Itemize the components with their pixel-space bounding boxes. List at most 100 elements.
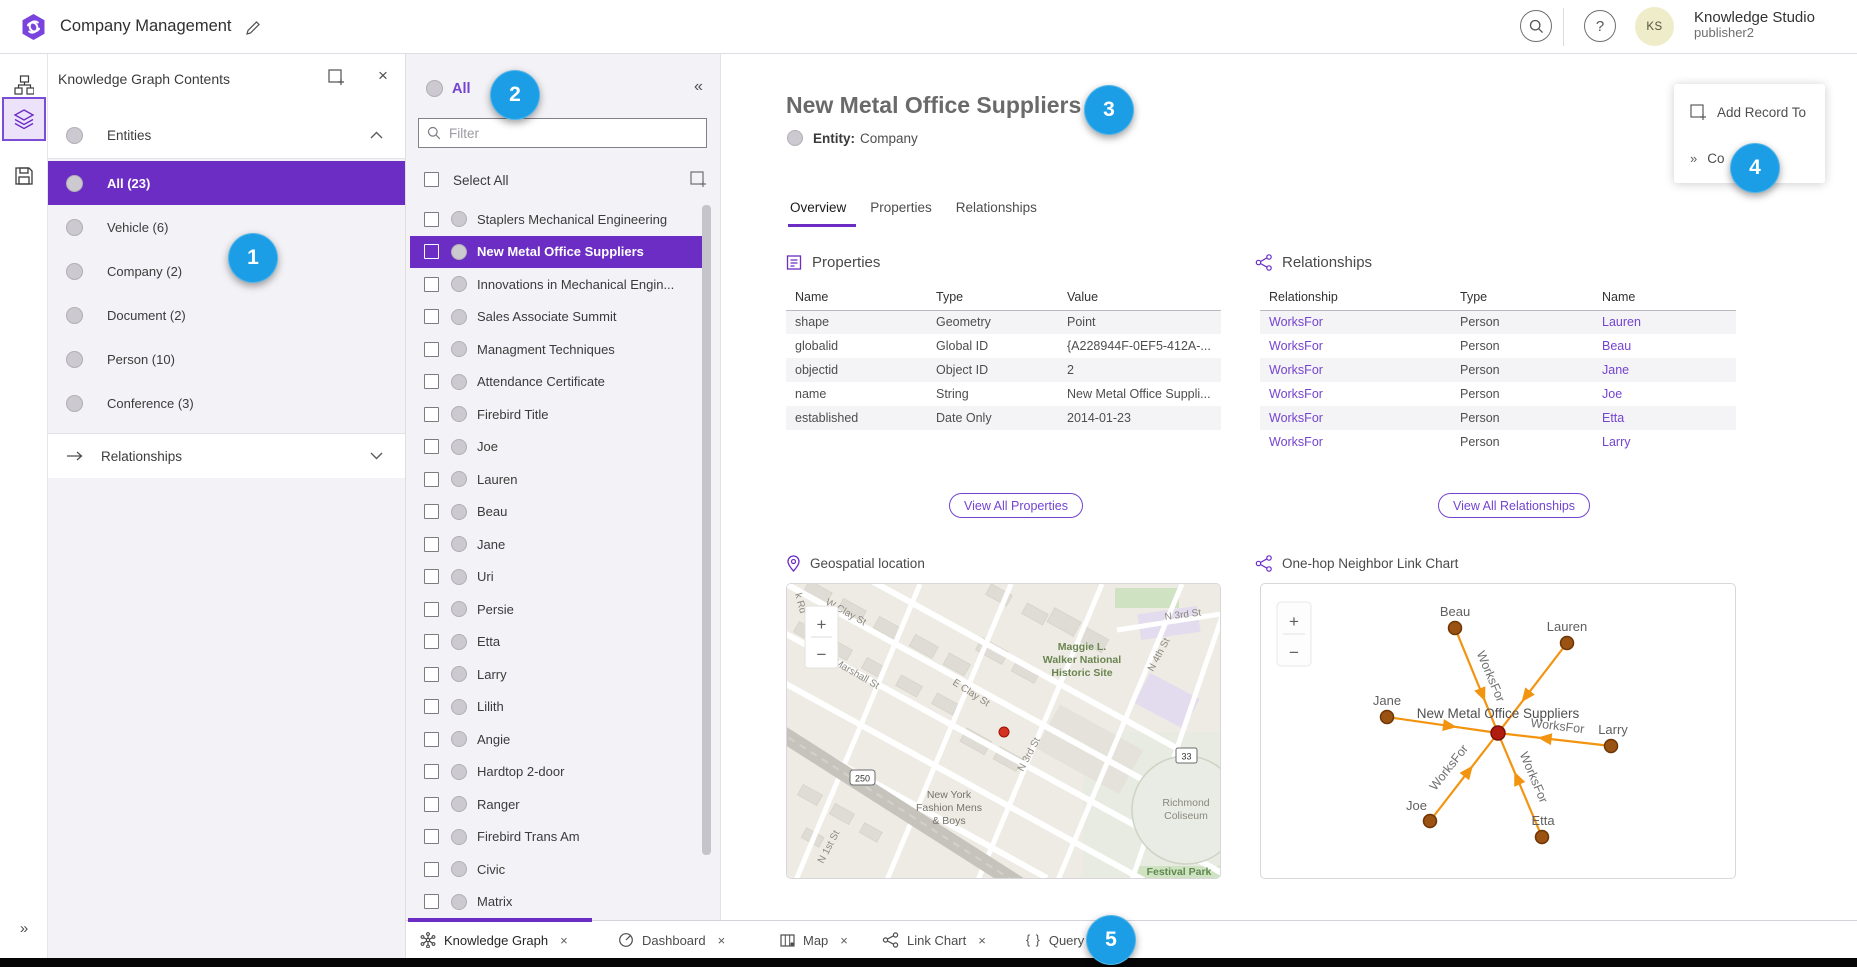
entities-section-header[interactable]: Entities <box>48 112 405 158</box>
record-checkbox[interactable] <box>424 439 439 454</box>
record-list-item[interactable]: Matrix <box>410 886 706 919</box>
record-list-item[interactable]: Managment Techniques <box>410 333 706 366</box>
record-list-item[interactable]: Lauren <box>410 463 706 496</box>
relationship-link[interactable]: WorksFor <box>1260 358 1451 382</box>
search-button[interactable] <box>1520 10 1552 42</box>
view-tab-dashboard[interactable]: Dashboard × <box>618 921 725 959</box>
record-list-item[interactable]: Staplers Mechanical Engineering <box>410 203 706 236</box>
relationship-name-link[interactable]: Joe <box>1593 382 1736 406</box>
edit-title-icon[interactable] <box>245 20 261 36</box>
chevron-up-icon[interactable] <box>370 131 383 139</box>
relationship-link[interactable]: WorksFor <box>1260 382 1451 406</box>
relationship-name-link[interactable]: Jane <box>1593 358 1736 382</box>
record-checkbox[interactable] <box>424 569 439 584</box>
center-node[interactable] <box>1491 726 1505 740</box>
select-all-checkbox[interactable] <box>424 172 439 187</box>
map-view[interactable]: k Rd W Clay St W Marshall St E Clay St N… <box>786 583 1221 879</box>
chevron-down-icon[interactable] <box>370 452 383 460</box>
list-scrollbar[interactable] <box>702 205 711 855</box>
avatar[interactable]: KS <box>1635 7 1674 46</box>
menu-item-add-record-to[interactable]: Add Record To <box>1674 90 1825 134</box>
entity-type-row[interactable]: Document (2) <box>48 293 405 337</box>
record-list-item[interactable]: Angie <box>410 723 706 756</box>
map-zoom-control[interactable]: + − <box>805 606 838 668</box>
view-all-relationships-button[interactable]: View All Relationships <box>1438 493 1590 518</box>
view-tab-map[interactable]: Map × <box>780 921 848 959</box>
record-list-item[interactable]: Jane <box>410 528 706 561</box>
record-list-item[interactable]: Ranger <box>410 788 706 821</box>
close-tab-icon[interactable]: × <box>560 933 568 948</box>
filter-input[interactable] <box>449 126 679 141</box>
record-checkbox[interactable] <box>424 699 439 714</box>
chart-zoom-control[interactable]: + − <box>1277 602 1311 666</box>
entity-type-row[interactable]: Company (2) <box>48 249 405 293</box>
record-checkbox[interactable] <box>424 634 439 649</box>
record-checkbox[interactable] <box>424 374 439 389</box>
collapse-list-icon[interactable]: « <box>694 78 703 96</box>
record-checkbox[interactable] <box>424 244 439 259</box>
relationship-name-link[interactable]: Larry <box>1593 430 1736 454</box>
view-all-properties-button[interactable]: View All Properties <box>949 493 1083 518</box>
tab-properties[interactable]: Properties <box>870 200 932 223</box>
record-checkbox[interactable] <box>424 504 439 519</box>
record-list-item[interactable]: Attendance Certificate <box>410 366 706 399</box>
record-checkbox[interactable] <box>424 212 439 227</box>
entity-type-row[interactable]: Person (10) <box>48 337 405 381</box>
entity-type-row[interactable]: Conference (3) <box>48 381 405 425</box>
record-checkbox[interactable] <box>424 602 439 617</box>
record-list-item[interactable]: Civic <box>410 853 706 886</box>
rail-item-save[interactable] <box>2 154 46 198</box>
view-tab-query[interactable]: { } Query <box>1026 921 1084 959</box>
record-checkbox[interactable] <box>424 797 439 812</box>
user-block[interactable]: Knowledge Studio publisher2 <box>1694 9 1815 41</box>
record-list-item[interactable]: Firebird Trans Am <box>410 821 706 854</box>
record-checkbox[interactable] <box>424 732 439 747</box>
record-list-item[interactable]: Persie <box>410 593 706 626</box>
record-list-item[interactable]: Uri <box>410 561 706 594</box>
record-checkbox[interactable] <box>424 407 439 422</box>
close-tab-icon[interactable]: × <box>718 933 726 948</box>
entity-type-row[interactable]: Vehicle (6) <box>48 205 405 249</box>
record-list-item[interactable]: Sales Associate Summit <box>410 301 706 334</box>
add-record-icon[interactable] <box>328 69 345 86</box>
relationship-link[interactable]: WorksFor <box>1260 310 1451 334</box>
relationship-link[interactable]: WorksFor <box>1260 430 1451 454</box>
close-tab-icon[interactable]: × <box>840 933 848 948</box>
record-checkbox[interactable] <box>424 764 439 779</box>
view-tab-knowledge-graph[interactable]: Knowledge Graph × <box>420 921 568 959</box>
relationship-link[interactable]: WorksFor <box>1260 334 1451 358</box>
record-checkbox[interactable] <box>424 472 439 487</box>
link-chart-view[interactable]: WorksFor WorksFor WorksFor WorksFor Beau… <box>1260 583 1736 879</box>
record-list-item[interactable]: Joe <box>410 431 706 464</box>
rail-item-contents[interactable] <box>2 97 46 141</box>
zoom-out-button[interactable]: − <box>817 645 827 664</box>
help-button[interactable]: ? <box>1584 10 1616 42</box>
tab-overview[interactable]: Overview <box>790 200 846 223</box>
relationship-name-link[interactable]: Beau <box>1593 334 1736 358</box>
close-tab-icon[interactable]: × <box>978 933 986 948</box>
record-checkbox[interactable] <box>424 862 439 877</box>
expand-rail-icon[interactable]: » <box>0 920 48 937</box>
zoom-in-button[interactable]: + <box>1289 612 1299 631</box>
zoom-in-button[interactable]: + <box>817 615 827 634</box>
view-tab-link-chart[interactable]: Link Chart × <box>882 921 986 959</box>
relationship-link[interactable]: WorksFor <box>1260 406 1451 430</box>
record-list-item[interactable]: Firebird Title <box>410 398 706 431</box>
record-list-item[interactable]: Larry <box>410 658 706 691</box>
relationships-section-header[interactable]: Relationships <box>48 433 405 479</box>
entity-type-row[interactable]: All (23) <box>48 161 405 205</box>
record-checkbox[interactable] <box>424 667 439 682</box>
record-checkbox[interactable] <box>424 342 439 357</box>
record-list-item[interactable]: Innovations in Mechanical Engin... <box>410 268 706 301</box>
record-checkbox[interactable] <box>424 829 439 844</box>
record-checkbox[interactable] <box>424 537 439 552</box>
record-list-item[interactable]: Lilith <box>410 691 706 724</box>
tab-relationships[interactable]: Relationships <box>956 200 1037 223</box>
record-checkbox[interactable] <box>424 277 439 292</box>
record-list-item[interactable]: Etta <box>410 626 706 659</box>
zoom-out-button[interactable]: − <box>1289 643 1299 662</box>
record-list-item[interactable]: New Metal Office Suppliers <box>410 236 706 269</box>
relationship-name-link[interactable]: Etta <box>1593 406 1736 430</box>
record-checkbox[interactable] <box>424 894 439 909</box>
add-record-icon[interactable] <box>690 171 707 188</box>
